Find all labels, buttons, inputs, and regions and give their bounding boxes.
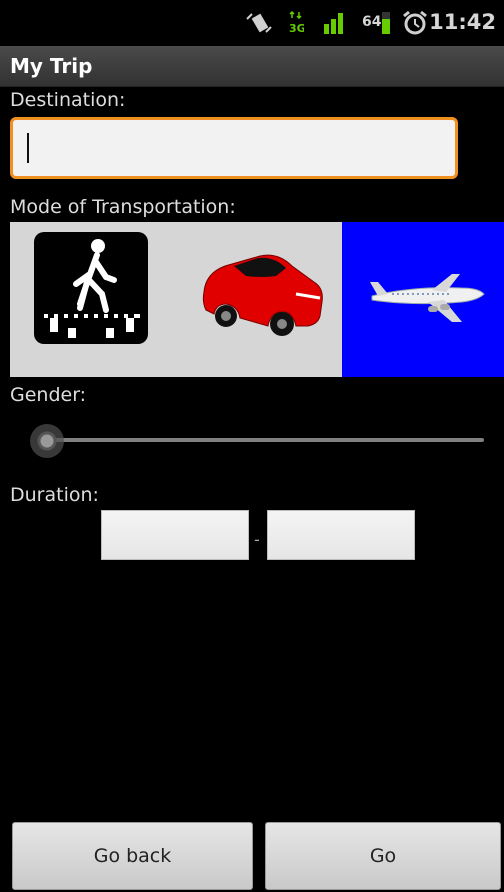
duration-separator: -: [254, 530, 260, 549]
destination-input[interactable]: [10, 117, 458, 179]
duration-to-input[interactable]: [267, 510, 415, 560]
go-button[interactable]: Go: [265, 822, 501, 890]
battery-level-text: 64: [362, 14, 382, 30]
transport-option-plane[interactable]: [342, 222, 504, 377]
clock-time: 11:42: [429, 10, 496, 34]
text-cursor: [27, 133, 29, 163]
destination-label: Destination:: [10, 89, 126, 111]
data-3g-icon: 3G: [289, 10, 304, 35]
transport-option-car[interactable]: [176, 222, 342, 377]
status-bar: 3G 64 11:42: [0, 0, 504, 46]
page-title: My Trip: [10, 54, 93, 78]
gender-slider-thumb[interactable]: [30, 424, 64, 458]
duration-from-input[interactable]: [101, 510, 249, 560]
car-icon: [202, 254, 323, 336]
gender-slider-track[interactable]: [40, 438, 484, 442]
gender-label: Gender:: [10, 384, 87, 406]
svg-text:3G: 3G: [289, 22, 304, 35]
transport-label: Mode of Transportation:: [10, 196, 236, 218]
airplane-icon: [370, 274, 485, 322]
go-back-button[interactable]: Go back: [12, 822, 253, 890]
battery-icon: [382, 12, 390, 34]
title-bar: My Trip: [0, 46, 504, 87]
walking-person-icon: [34, 232, 148, 344]
duration-label: Duration:: [10, 484, 99, 506]
transport-option-walk[interactable]: [10, 222, 176, 377]
vibrate-icon: [246, 13, 272, 33]
transport-selector: [10, 222, 504, 377]
alarm-icon: [403, 10, 427, 35]
signal-icon: [324, 13, 343, 34]
